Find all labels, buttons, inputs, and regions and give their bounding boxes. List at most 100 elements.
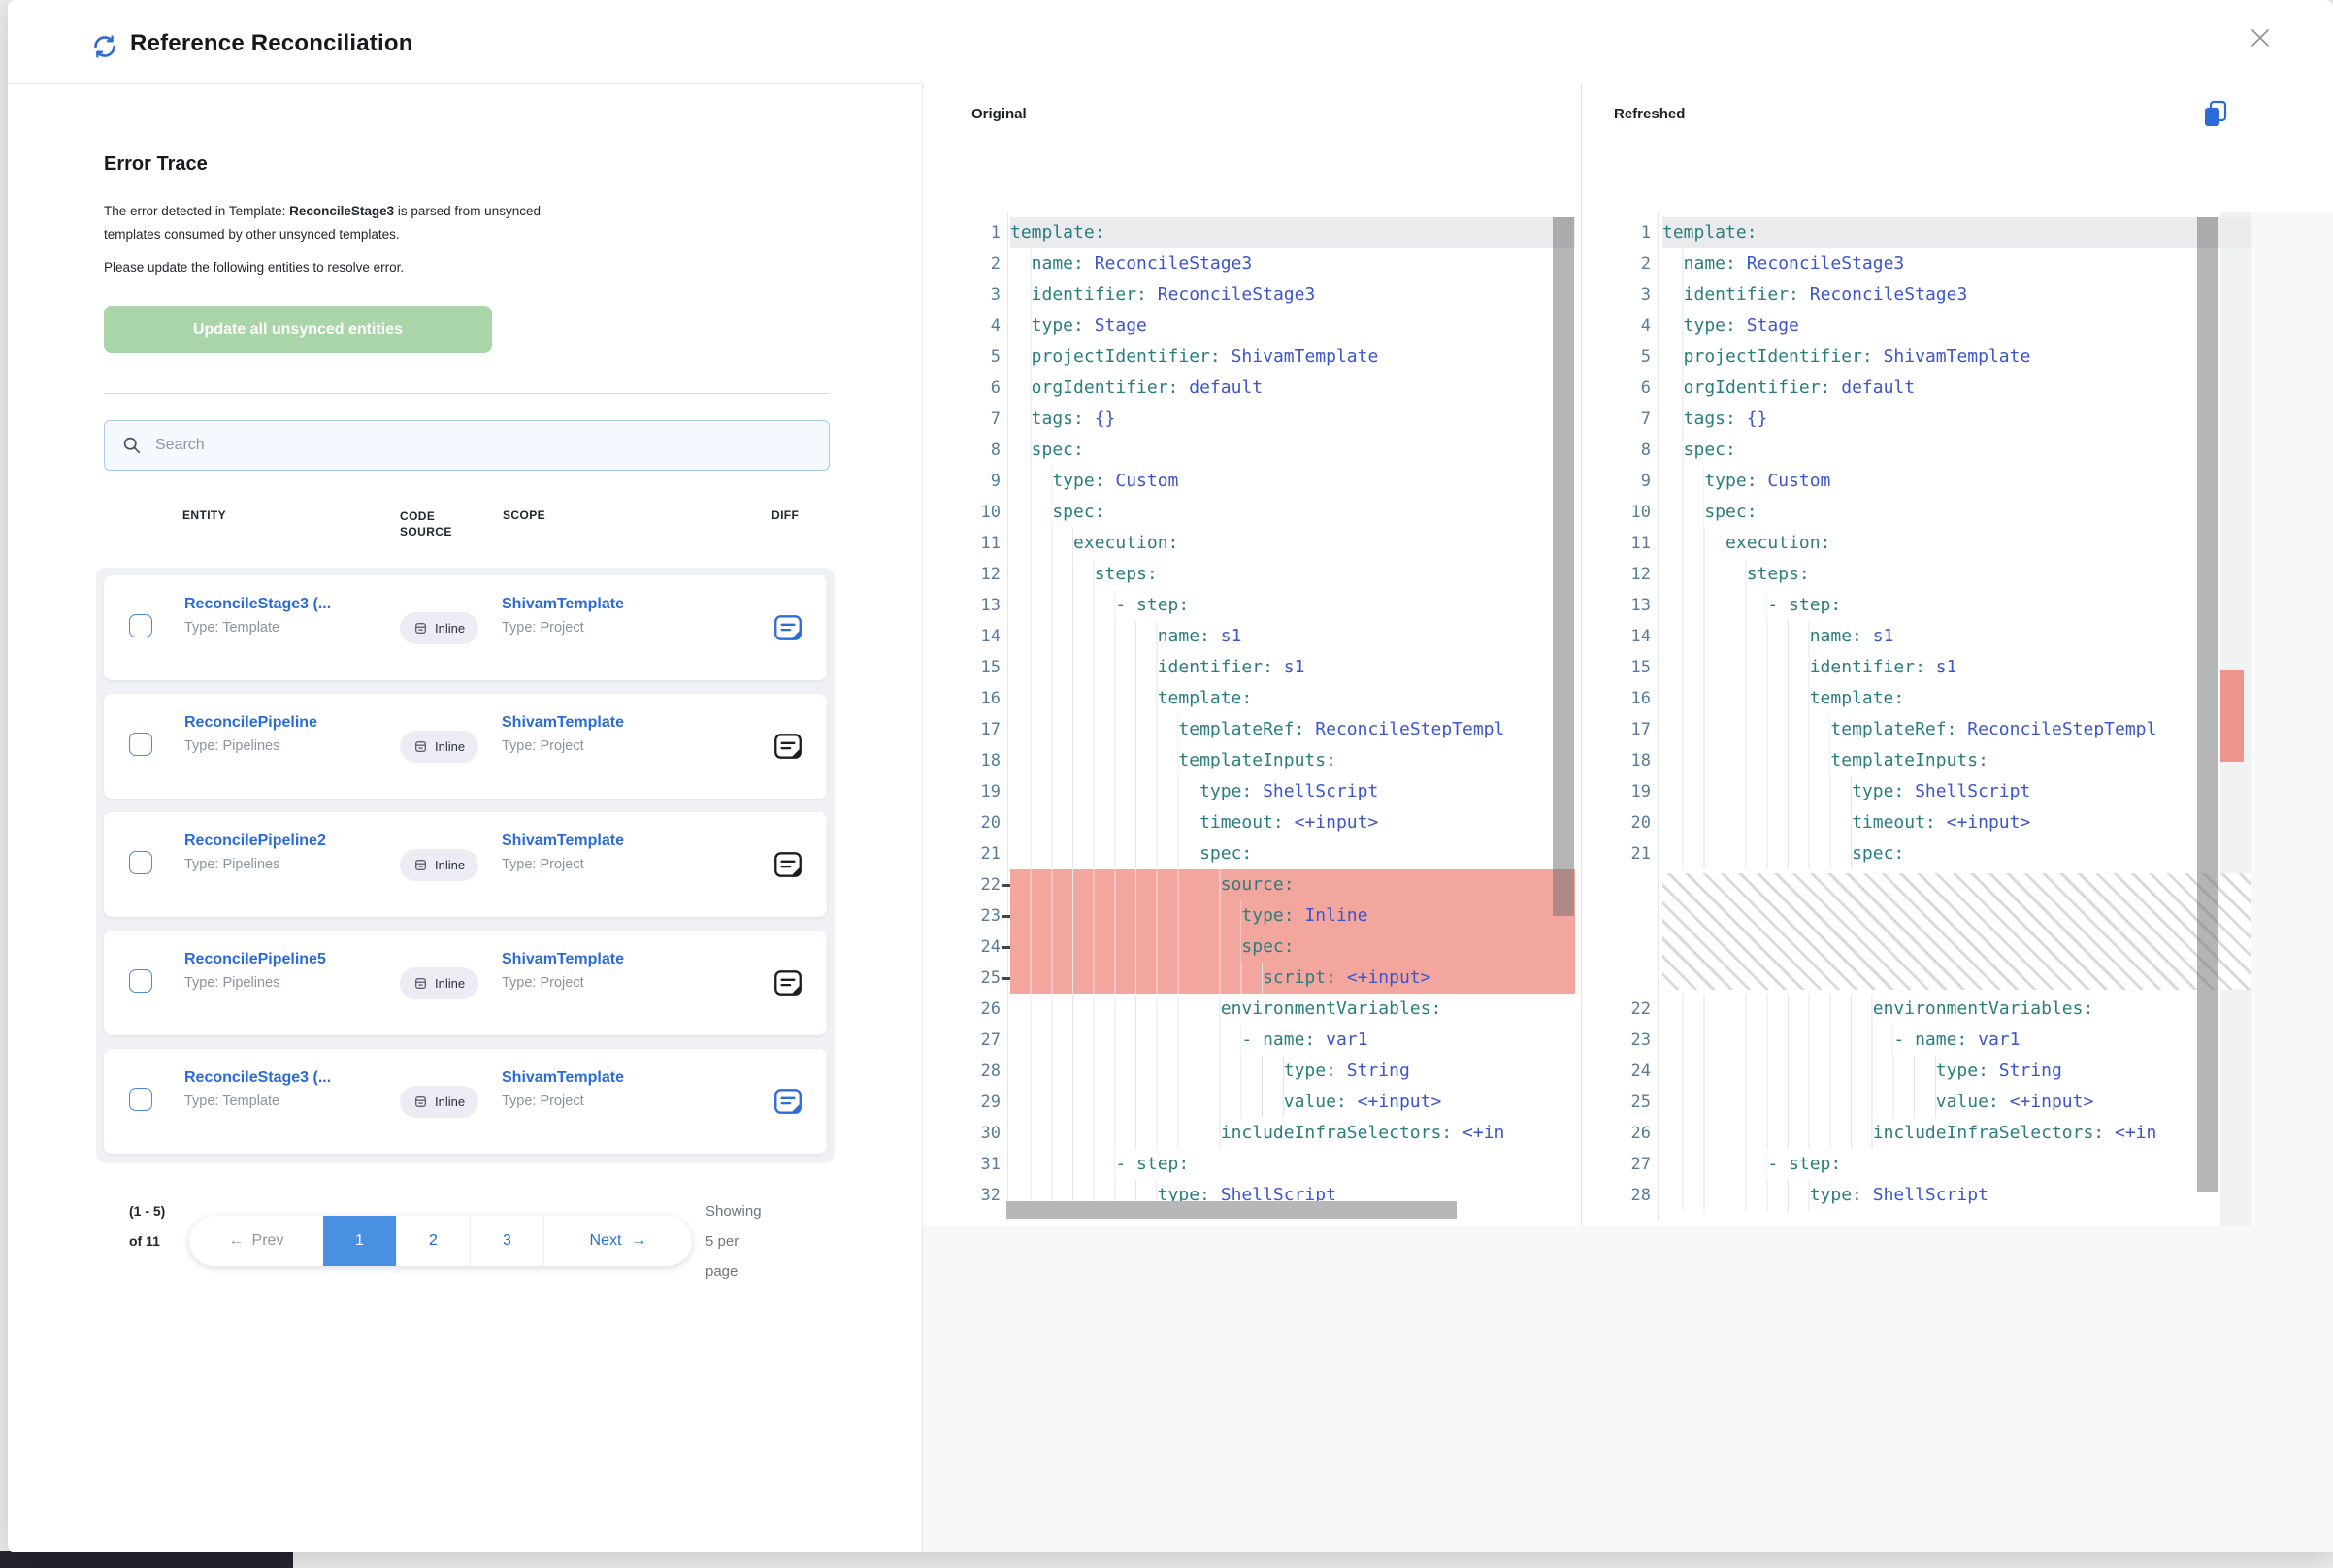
line-number: 11 (1593, 528, 1651, 559)
diff-icon[interactable] (772, 1085, 805, 1118)
row-checkbox[interactable] (129, 851, 152, 874)
line-number: 20 (1593, 807, 1651, 838)
line-number: 17 (942, 714, 1001, 745)
code-line: type: String (1662, 1056, 2251, 1087)
gutter-gap (1593, 869, 1651, 994)
line-number: 12 (942, 559, 1001, 590)
dialog-title: Reference Reconciliation (130, 30, 413, 57)
scope-link[interactable]: ShivamTemplate (502, 833, 624, 850)
next-page-button[interactable]: Next→ (543, 1216, 692, 1266)
column-header-code-source: CODE SOURCE (400, 508, 462, 539)
refreshed-gutter-border (1658, 212, 1659, 1221)
refreshed-vertical-scrollbar[interactable] (2197, 217, 2218, 1192)
line-number: 23 (1593, 1025, 1651, 1056)
line-number: 8 (1593, 435, 1651, 466)
code-line-removed: script: <+input> (1010, 963, 1575, 994)
page-button-2[interactable]: 2 (396, 1216, 470, 1266)
code-line: environmentVariables: (1662, 994, 2251, 1025)
code-source-badge: Inline (400, 967, 478, 999)
code-line: identifier: s1 (1010, 652, 1575, 683)
code-line: - step: (1010, 590, 1575, 621)
code-line: identifier: ReconcileStage3 (1662, 279, 2251, 310)
code-line: spec: (1010, 838, 1575, 869)
diff-icon[interactable] (772, 611, 805, 644)
copy-icon[interactable] (2200, 99, 2231, 130)
line-number: 14 (942, 621, 1001, 652)
line-number: 7 (942, 404, 1001, 435)
scope-link[interactable]: ShivamTemplate (502, 596, 624, 613)
code-line: type: ShellScript (1662, 1180, 2251, 1211)
original-horizontal-scrollbar[interactable] (1006, 1201, 1457, 1219)
entity-link[interactable]: ReconcilePipeline (184, 714, 393, 732)
line-number: 5 (1593, 342, 1651, 373)
code-line: templateRef: ReconcileStepTempl (1010, 714, 1575, 745)
code-line: execution: (1010, 528, 1575, 559)
line-number: 26 (942, 994, 1001, 1025)
code-line: name: ReconcileStage3 (1010, 248, 1575, 279)
entity-type-label: Type: Template (184, 1094, 393, 1109)
code-line: projectIdentifier: ShivamTemplate (1010, 342, 1575, 373)
row-checkbox[interactable] (129, 614, 152, 637)
line-number: 2 (942, 248, 1001, 279)
entity-link[interactable]: ReconcilePipeline5 (184, 951, 393, 968)
line-number: 19 (942, 776, 1001, 807)
entity-type-label: Type: Pipelines (184, 857, 393, 872)
code-line: - step: (1662, 1149, 2251, 1180)
diff-icon[interactable] (772, 730, 805, 763)
search-box (104, 420, 830, 471)
column-header-diff: DIFF (772, 508, 799, 522)
close-icon[interactable] (2244, 21, 2277, 54)
line-number: 4 (1593, 310, 1651, 342)
line-number: 6 (942, 373, 1001, 404)
entity-link[interactable]: ReconcileStage3 (... (184, 596, 393, 613)
code-line: type: Custom (1010, 466, 1575, 497)
line-number: 26 (1593, 1118, 1651, 1149)
code-line: templateInputs: (1010, 745, 1575, 776)
row-checkbox[interactable] (129, 969, 152, 993)
scope-type-label: Type: Project (502, 738, 624, 754)
code-line: - name: var1 (1662, 1025, 2251, 1056)
row-checkbox[interactable] (129, 1088, 152, 1111)
original-vertical-scrollbar[interactable] (1553, 217, 1574, 916)
entity-link[interactable]: ReconcilePipeline2 (184, 833, 393, 850)
code-line: tags: {} (1010, 404, 1575, 435)
row-checkbox[interactable] (129, 733, 152, 756)
prev-page-button[interactable]: ←Prev (189, 1216, 323, 1266)
table-row: ReconcileStage3 (...Type: TemplateInline… (104, 575, 827, 680)
scope-link[interactable]: ShivamTemplate (502, 714, 624, 732)
line-number: 17 (1593, 714, 1651, 745)
line-number: 9 (1593, 466, 1651, 497)
code-line: name: ReconcileStage3 (1662, 248, 2251, 279)
page-button-3[interactable]: 3 (470, 1216, 543, 1266)
line-number: 21 (942, 838, 1001, 869)
line-number: 8 (942, 435, 1001, 466)
code-line: type: ShellScript (1662, 776, 2251, 807)
column-header-entity: ENTITY (182, 508, 226, 522)
code-line: value: <+input> (1010, 1087, 1575, 1118)
line-number: 3 (942, 279, 1001, 310)
search-input[interactable] (153, 436, 829, 455)
right-arrow-icon: → (631, 1232, 646, 1250)
line-number: 12 (1593, 559, 1651, 590)
line-number: 31 (942, 1149, 1001, 1180)
code-line: templateRef: ReconcileStepTempl (1662, 714, 2251, 745)
scope-link[interactable]: ShivamTemplate (502, 1069, 624, 1087)
code-line: includeInfraSelectors: <+in (1662, 1118, 2251, 1149)
line-number: 27 (1593, 1149, 1651, 1180)
table-row: ReconcileStage3 (...Type: TemplateInline… (104, 1049, 827, 1154)
diff-icon[interactable] (772, 966, 805, 999)
line-number: 5 (942, 342, 1001, 373)
code-line: tags: {} (1662, 404, 2251, 435)
original-code: template:name: ReconcileStage3identifier… (1010, 217, 1575, 1211)
scope-link[interactable]: ShivamTemplate (502, 951, 624, 968)
diff-icon[interactable] (772, 848, 805, 881)
page-button-1[interactable]: 1 (323, 1216, 396, 1266)
code-line: orgIdentifier: default (1662, 373, 2251, 404)
code-source-badge: Inline (400, 731, 478, 763)
entity-link[interactable]: ReconcileStage3 (... (184, 1069, 393, 1087)
line-number: 15 (942, 652, 1001, 683)
per-page-label: Showing 5 per page (706, 1196, 770, 1287)
update-all-unsynced-entities-button[interactable]: Update all unsynced entities (104, 306, 492, 353)
code-line: type: String (1010, 1056, 1575, 1087)
line-number: 28 (942, 1056, 1001, 1087)
